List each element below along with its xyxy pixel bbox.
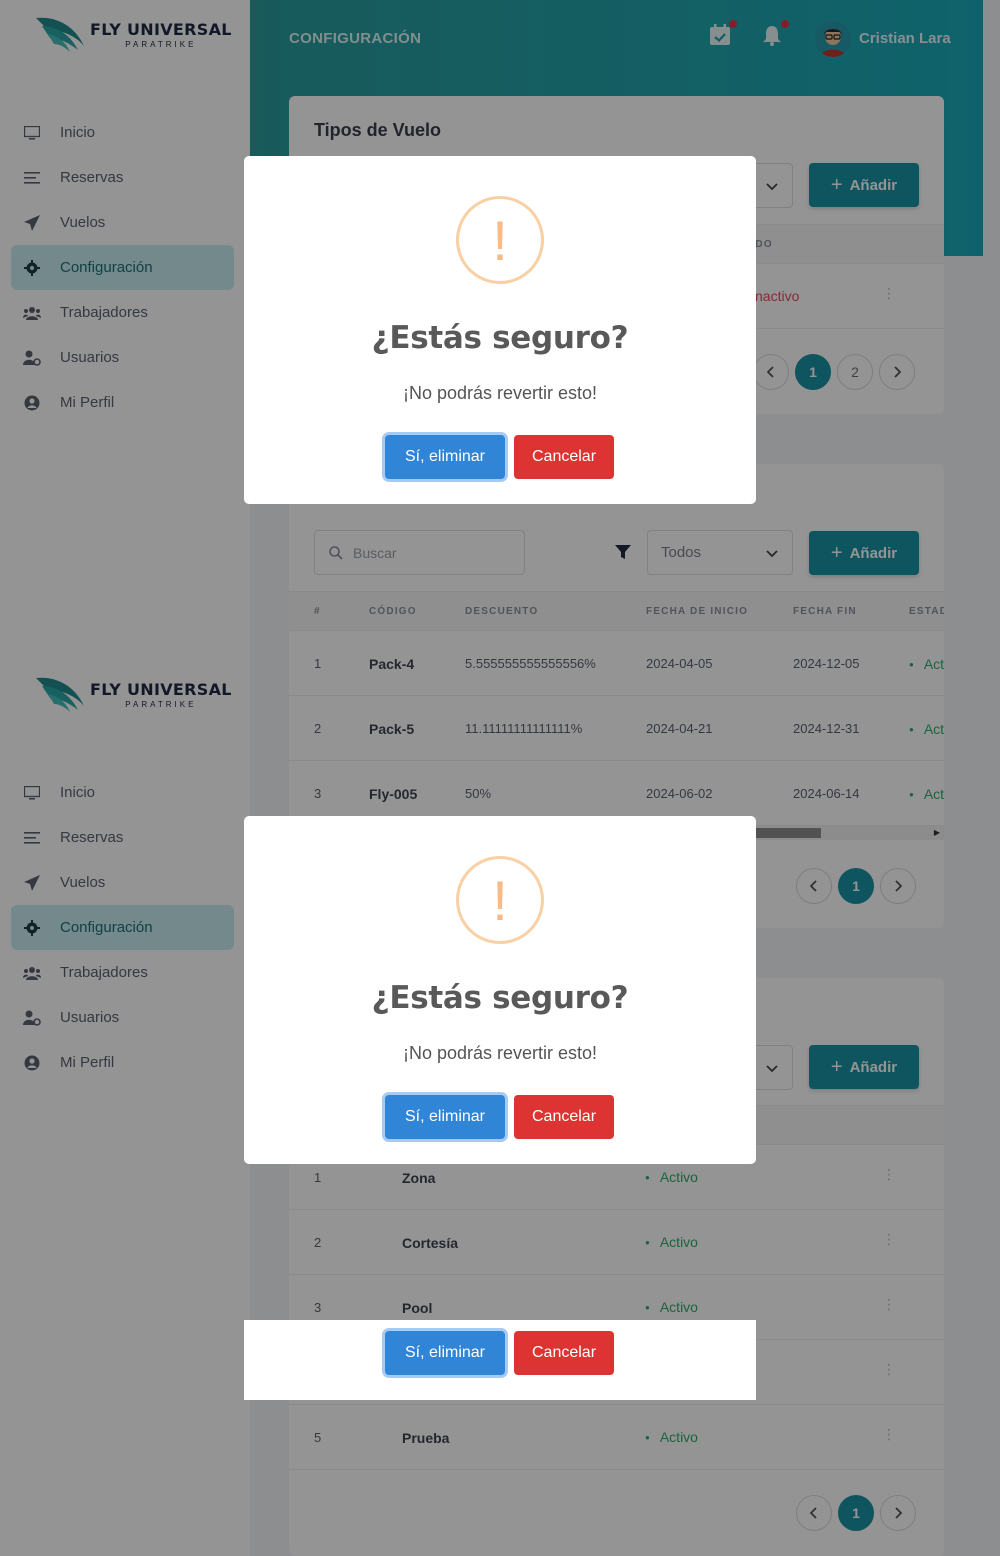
cancel-button[interactable]: Cancelar: [514, 1331, 614, 1375]
dialog-text: ¡No podrás revertir esto!: [402, 383, 598, 403]
confirm-delete-button[interactable]: Sí, eliminar: [385, 435, 505, 479]
dialog-title: ¿Estás seguro?: [371, 980, 629, 1016]
confirm-delete-button[interactable]: Sí, eliminar: [385, 1095, 505, 1139]
confirm-delete-dialog-partial: Sí, eliminar Cancelar: [244, 1320, 756, 1400]
warning-icon: !: [456, 856, 544, 944]
dialog-title: ¿Estás seguro?: [371, 320, 629, 356]
cancel-button[interactable]: Cancelar: [514, 435, 614, 479]
dialog-text: ¡No podrás revertir esto!: [402, 1043, 598, 1063]
confirm-delete-dialog: ! ¿Estás seguro? ¡No podrás revertir est…: [244, 816, 756, 1164]
confirm-delete-button[interactable]: Sí, eliminar: [385, 1331, 505, 1375]
cancel-button[interactable]: Cancelar: [514, 1095, 614, 1139]
confirm-delete-dialog: ! ¿Estás seguro? ¡No podrás revertir est…: [244, 156, 756, 504]
warning-icon: !: [456, 196, 544, 284]
